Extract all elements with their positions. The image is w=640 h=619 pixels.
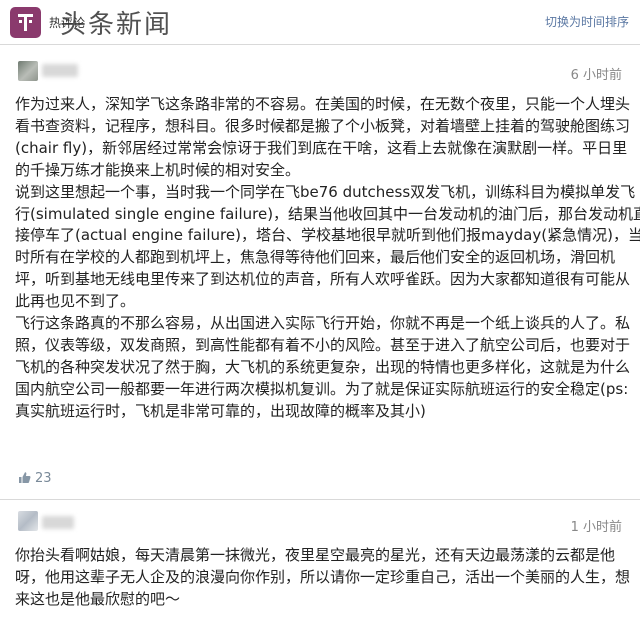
comment-time: 6 小时前 <box>570 68 622 83</box>
comment-body: 作为过来人，深知学飞这条路非常的不容易。在美国的时候，在无数个夜里，只能一个人埋… <box>15 94 640 423</box>
comment-line: 飞机的各种突发状况了然于胸，大飞机的系统更复杂，出现的特情也更多样化，这就是为什… <box>15 357 631 376</box>
comment-line: 照，仪表等级，双发商照，到高性能都有着不小的风险。甚至于进入了航空公司后，也要对… <box>15 335 631 354</box>
comment-line: 时所有在学校的人都跑到机坪上，焦急得等待他们回来，最后他们安全的返回机场，滑回机 <box>15 248 616 267</box>
comment-divider <box>0 499 640 500</box>
logo-glyph-icon <box>18 14 33 31</box>
like-count: 23 <box>35 471 52 486</box>
comment-line: 行(simulated single engine failure)，结果当他收… <box>15 204 640 223</box>
comments-header: 头条新闻 热评论 切换为时间排序 <box>0 0 640 45</box>
comment-line: 接停车了(actual engine failure)，塔台、学校基地很早就听到… <box>15 226 640 245</box>
username-redacted <box>42 516 74 529</box>
comment-line: 真实航班运行时，飞机是非常可靠的，出现故障的概率及其小) <box>15 401 426 420</box>
comment-line: 看书查资料，记程序，想科目。很多时候都是搬了个小板凳，对着墙壁上挂着的驾驶舱图练… <box>15 116 631 135</box>
username-redacted <box>42 64 78 77</box>
avatar[interactable] <box>18 511 38 531</box>
comment-line: 此再也见不到了。 <box>15 292 136 311</box>
comment-line: 说到这里想起一个事，当时我一个同学在飞be76 dutchess双发飞机，训练科… <box>15 182 636 201</box>
comment-time: 1 小时前 <box>570 520 622 535</box>
comment-body: 你抬头看啊姑娘，每天清晨第一抹微光，夜里星空最亮的星光，还有天边最荡漾的云都是他… <box>15 545 630 611</box>
comment-line: 你抬头看啊姑娘，每天清晨第一抹微光，夜里星空最亮的星光，还有天边最荡漾的云都是他 <box>15 546 616 564</box>
comment-line: 呀，他用这辈子无人企及的浪漫向你作别，所以请你一定珍重自己，活出一个美丽的人生，… <box>15 567 631 586</box>
thumbs-up-icon <box>19 472 31 483</box>
comment-line: (chair fly)，新邻居经过常常会惊讶于我们到底在干啥，这看上去就像在演默… <box>15 138 628 157</box>
comment-line: 坪，听到基地无线电里传来了到达机位的声音，所有人欢呼雀跃。因为大家都知道很有可能… <box>15 270 631 289</box>
sort-by-time-link[interactable]: 切换为时间排序 <box>545 13 629 30</box>
comment-line: 作为过来人，深知学飞这条路非常的不容易。在美国的时候，在无数个夜里，只能一个人埋… <box>15 95 631 113</box>
hot-comments-label: 热评论 <box>49 16 86 30</box>
app-logo <box>10 7 41 38</box>
like-button[interactable]: 23 <box>18 471 52 486</box>
avatar[interactable] <box>18 61 38 81</box>
comment-line: 飞行这条路真的不那么容易，从出国进入实际飞行开始，你就不再是一个纸上谈兵的人了。… <box>15 314 631 333</box>
comment-line: 来这也是他最欣慰的吧～ <box>15 589 181 608</box>
comment-line: 的千操万练才能换来上机时候的相对安全。 <box>15 160 301 179</box>
comment-line: 国内航空公司一般都要一年进行两次模拟机复训。为了就是保证实际航班运行的安全稳定(… <box>15 379 629 398</box>
